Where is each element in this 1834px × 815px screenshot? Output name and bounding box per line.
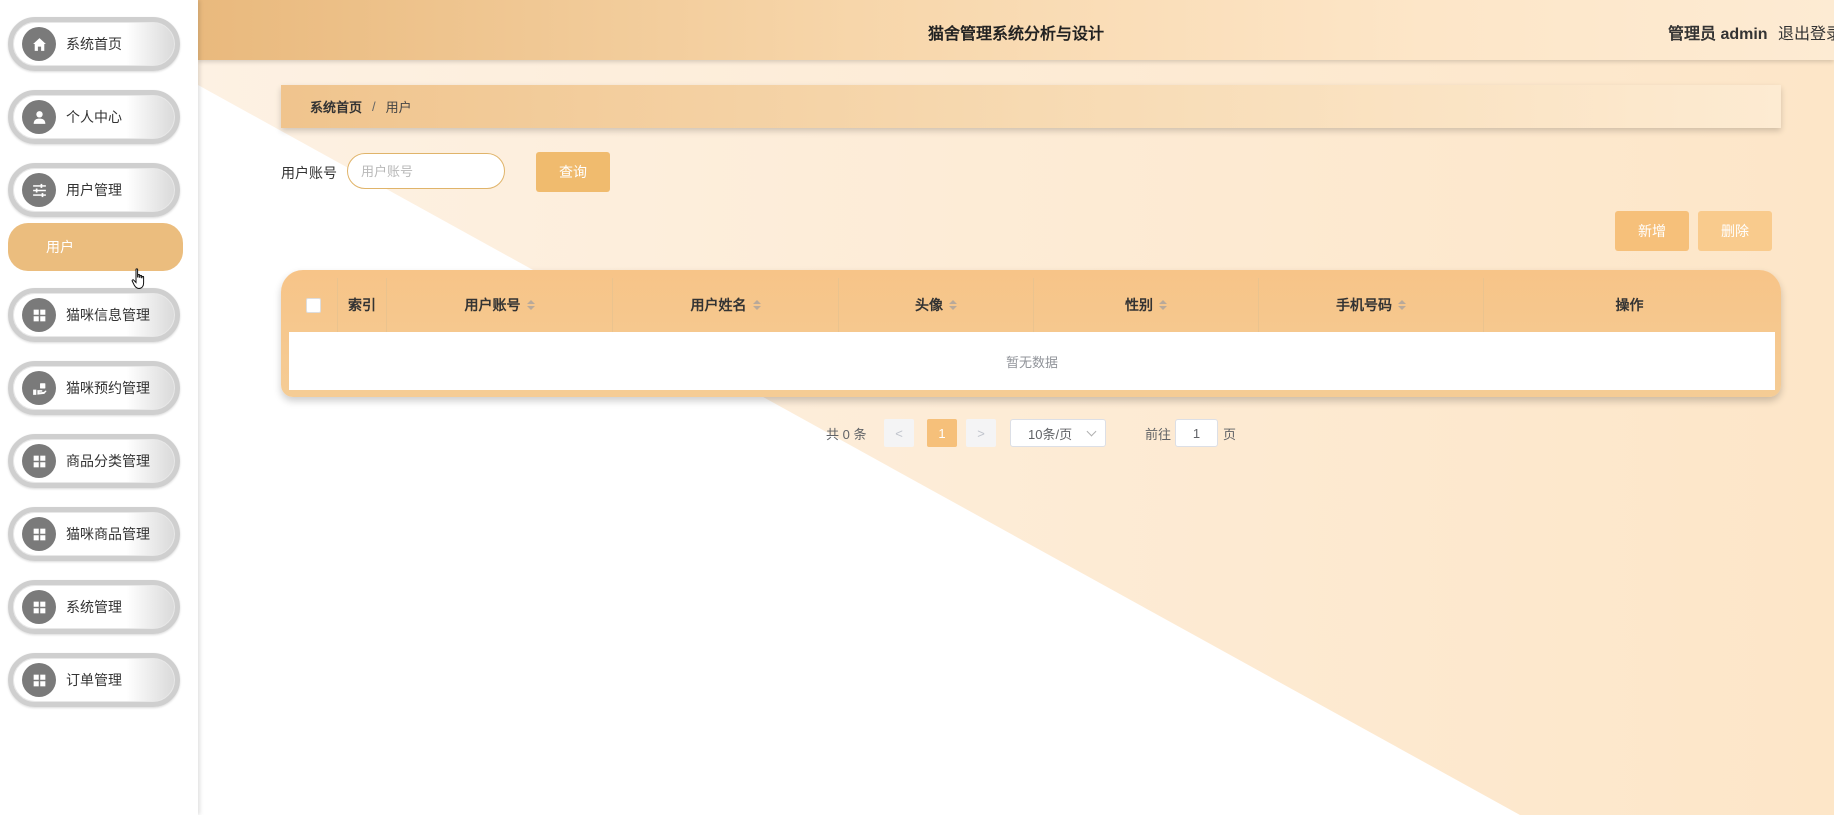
sidebar-item-label: 系统首页 <box>66 36 122 52</box>
top-header: 猫舍管理系统分析与设计 管理员 admin 退出登录 <box>198 0 1834 60</box>
breadcrumb-separator: / <box>372 99 376 114</box>
admin-username: 管理员 admin <box>1668 26 1768 43</box>
column-header-phone[interactable]: 手机号码 <box>1259 278 1484 332</box>
search-input[interactable] <box>347 153 505 189</box>
grid-icon <box>22 663 56 697</box>
hand-icon <box>22 371 56 405</box>
sidebar-item-label: 商品分类管理 <box>66 453 150 469</box>
sort-icon[interactable] <box>526 300 535 310</box>
column-header-label: 用户姓名 <box>690 297 747 313</box>
sort-icon[interactable] <box>752 300 761 310</box>
column-header-label: 操作 <box>1615 297 1644 313</box>
sort-icon[interactable] <box>1159 300 1167 310</box>
breadcrumb-home-link[interactable]: 系统首页 <box>310 97 362 116</box>
sidebar-item-label: 系统管理 <box>66 599 122 615</box>
delete-button[interactable]: 删除 <box>1698 211 1772 251</box>
column-header-actions: 操作 <box>1484 278 1775 332</box>
app-title: 猫舍管理系统分析与设计 <box>927 26 1104 43</box>
search-label: 用户账号 <box>281 165 337 181</box>
column-header-gender[interactable]: 性别 <box>1034 278 1259 332</box>
table-header: 索引 用户账号 用户姓名 头像 性别 手机号码 操作 <box>289 278 1775 332</box>
sidebar-item-label: 猫咪商品管理 <box>66 526 150 542</box>
sidebar-item-home[interactable]: 系统首页 <box>8 17 180 71</box>
column-header-index: 索引 <box>338 278 387 332</box>
column-header-label: 头像 <box>915 297 943 313</box>
pointer-cursor-icon <box>131 268 145 290</box>
table-empty-row: 暂无数据 <box>289 332 1775 390</box>
sliders-icon <box>22 173 56 207</box>
select-all-cell <box>289 278 338 332</box>
search-button[interactable]: 查询 <box>536 152 610 192</box>
sidebar-item-label: 订单管理 <box>66 672 122 688</box>
column-header-label: 手机号码 <box>1336 297 1392 313</box>
submenu-item-label: 用户 <box>46 239 74 255</box>
data-table: 索引 用户账号 用户姓名 头像 性别 手机号码 操作 暂无数据 <box>281 270 1781 397</box>
pagination-total: 共 0 条 <box>826 426 867 442</box>
sidebar-item-profile[interactable]: 个人中心 <box>8 90 180 144</box>
sidebar-item-cat-products[interactable]: 猫咪商品管理 <box>8 507 180 561</box>
column-header-label: 索引 <box>348 297 376 313</box>
sidebar-item-label: 猫咪信息管理 <box>66 307 150 323</box>
sidebar-item-cat-info[interactable]: 猫咪信息管理 <box>8 288 180 342</box>
select-all-checkbox[interactable] <box>305 297 321 313</box>
pagination-prev-button[interactable]: < <box>884 419 914 447</box>
empty-text: 暂无数据 <box>1005 354 1058 370</box>
submenu-item-user[interactable]: 用户 <box>8 223 183 271</box>
add-button[interactable]: 新增 <box>1615 211 1689 251</box>
pagination-goto-input[interactable] <box>1175 419 1218 447</box>
grid-icon <box>22 444 56 478</box>
sidebar-item-user-management[interactable]: 用户管理 <box>8 163 180 217</box>
sidebar-item-label: 个人中心 <box>66 109 122 125</box>
column-header-avatar[interactable]: 头像 <box>839 278 1034 332</box>
sidebar-item-product-category[interactable]: 商品分类管理 <box>8 434 180 488</box>
grid-icon <box>22 517 56 551</box>
column-header-account[interactable]: 用户账号 <box>387 278 613 332</box>
pagination-goto-suffix: 页 <box>1223 426 1237 442</box>
user-icon <box>22 100 56 134</box>
grid-icon <box>22 298 56 332</box>
column-header-label: 用户账号 <box>464 297 521 313</box>
sort-icon[interactable] <box>949 300 957 310</box>
chevron-down-icon <box>1086 426 1097 437</box>
sort-icon[interactable] <box>1398 300 1406 310</box>
sidebar-item-cat-reservation[interactable]: 猫咪预约管理 <box>8 361 180 415</box>
page-size-select[interactable]: 10条/页 <box>1010 419 1106 447</box>
grid-icon <box>22 590 56 624</box>
column-header-name[interactable]: 用户姓名 <box>613 278 839 332</box>
sidebar-item-label: 猫咪预约管理 <box>66 380 150 396</box>
breadcrumb: 系统首页 / 用户 <box>281 85 1781 128</box>
sidebar: 系统首页 个人中心 用户管理 用户 猫咪信息管理 猫咪预约管理 商品分类管理 猫… <box>0 0 198 815</box>
pagination-page-1[interactable]: 1 <box>927 419 957 447</box>
sidebar-item-label: 用户管理 <box>66 182 122 198</box>
sidebar-item-orders[interactable]: 订单管理 <box>8 653 180 707</box>
page-size-value: 10条/页 <box>1028 426 1073 442</box>
breadcrumb-current: 用户 <box>385 100 412 115</box>
logout-link[interactable]: 退出登录 <box>1778 20 1834 44</box>
sidebar-item-system[interactable]: 系统管理 <box>8 580 180 634</box>
pagination-next-button[interactable]: > <box>966 419 996 447</box>
pagination-goto-label: 前往 <box>1145 426 1172 442</box>
column-header-label: 性别 <box>1125 297 1153 313</box>
home-icon <box>22 27 56 61</box>
